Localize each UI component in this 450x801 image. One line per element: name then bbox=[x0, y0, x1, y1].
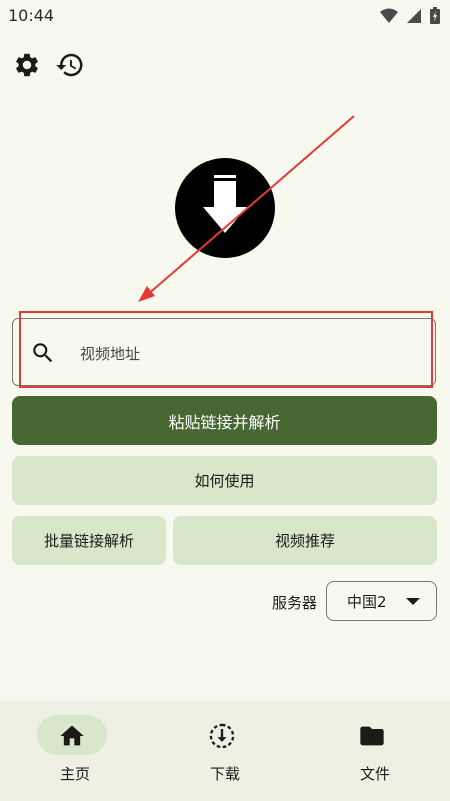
folder-icon bbox=[360, 726, 384, 746]
batch-parse-button[interactable]: 批量链接解析 bbox=[12, 516, 166, 565]
server-selected-value: 中国2 bbox=[347, 592, 387, 611]
video-recommend-button[interactable]: 视频推荐 bbox=[173, 516, 437, 565]
nav-label-home: 主页 bbox=[59, 765, 90, 783]
server-dropdown[interactable]: 中国2 bbox=[326, 581, 437, 621]
nav-item-files[interactable]: 文件 bbox=[300, 701, 450, 801]
bottom-navigation: 主页 下载 文件 bbox=[0, 701, 450, 801]
nav-label-download: 下载 bbox=[209, 765, 240, 783]
nav-item-home[interactable]: 主页 bbox=[0, 701, 150, 801]
paste-parse-button[interactable]: 粘贴链接并解析 bbox=[12, 396, 437, 445]
nav-item-download[interactable]: 下载 bbox=[150, 701, 300, 801]
chevron-down-icon bbox=[406, 598, 420, 605]
how-to-use-button[interactable]: 如何使用 bbox=[12, 456, 437, 505]
nav-label-files: 文件 bbox=[359, 765, 390, 783]
home-icon bbox=[60, 725, 84, 746]
download-icon bbox=[209, 723, 235, 749]
server-label: 服务器 bbox=[272, 594, 318, 612]
